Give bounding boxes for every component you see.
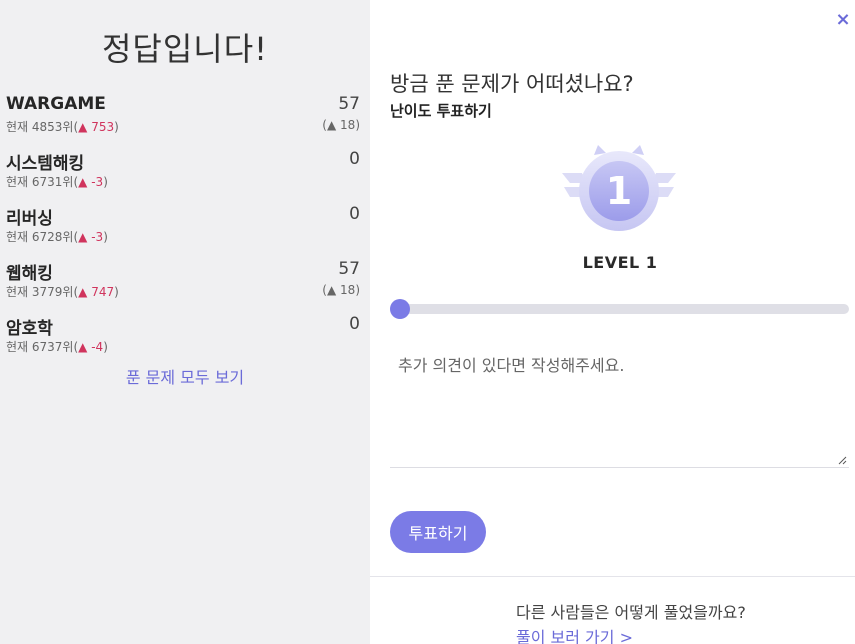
category-wargame: WARGAME 57 현재 4853위(▲ 753) (▲ 18) xyxy=(6,94,362,140)
triangle-up-icon: ▲ xyxy=(78,285,88,299)
category-rank: 현재 6731위(▲ -3) xyxy=(6,175,108,189)
score-delta: (▲ 18) xyxy=(322,118,360,132)
badge-number: 1 xyxy=(606,169,632,213)
vote-submit-button[interactable]: 투표하기 xyxy=(390,511,486,553)
category-reversing: 리버싱 0 현재 6728위(▲ -3) xyxy=(6,204,362,250)
category-name: 리버싱 xyxy=(6,209,53,229)
comment-input[interactable] xyxy=(390,342,849,468)
category-rank: 현재 6728위(▲ -3) xyxy=(6,230,108,244)
others-question: 다른 사람들은 어떻게 풀었을까요? xyxy=(516,603,746,622)
category-score: 57 xyxy=(338,259,360,279)
triangle-up-icon: ▲ xyxy=(78,340,88,354)
triangle-up-icon: ▲ xyxy=(326,283,337,297)
result-panel: 정답입니다! WARGAME 57 현재 4853위(▲ 753) (▲ 18)… xyxy=(0,0,370,644)
vote-panel: × 방금 푼 문제가 어떠셨나요? 난이도 투표하기 1 LEVEL 1 투 xyxy=(370,0,855,644)
difficulty-slider-track[interactable] xyxy=(392,304,849,314)
category-web-hacking: 웹해킹 57 현재 3779위(▲ 747) (▲ 18) xyxy=(6,259,362,305)
triangle-up-icon: ▲ xyxy=(78,175,88,189)
level-1-badge-icon: 1 xyxy=(562,145,676,231)
result-title: 정답입니다! xyxy=(101,30,269,68)
category-name: 웹해킹 xyxy=(6,264,53,284)
category-cryptography: 암호학 0 현재 6737위(▲ -4) xyxy=(6,314,362,360)
category-name: 암호학 xyxy=(6,319,53,339)
level-label: LEVEL 1 xyxy=(582,253,658,272)
view-solutions-link[interactable]: 풀이 보러 가기 > xyxy=(516,624,633,644)
category-score: 57 xyxy=(338,94,360,114)
triangle-up-icon: ▲ xyxy=(326,118,337,132)
category-rank: 현재 4853위(▲ 753) xyxy=(6,120,119,134)
close-icon[interactable]: × xyxy=(833,10,853,30)
view-all-solved-link[interactable]: 푼 문제 모두 보기 xyxy=(0,364,370,388)
triangle-up-icon: ▲ xyxy=(78,120,88,134)
triangle-up-icon: ▲ xyxy=(78,230,88,244)
category-score: 0 xyxy=(349,149,360,169)
vote-question: 방금 푼 문제가 어떠셨나요? xyxy=(390,72,634,96)
vote-subtitle: 난이도 투표하기 xyxy=(390,102,492,120)
category-rank: 현재 3779위(▲ 747) xyxy=(6,285,119,299)
category-score: 0 xyxy=(349,204,360,224)
category-name: WARGAME xyxy=(6,94,106,114)
score-delta: (▲ 18) xyxy=(322,283,360,297)
divider xyxy=(370,576,855,577)
category-system-hacking: 시스템해킹 0 현재 6731위(▲ -3) xyxy=(6,149,362,195)
resize-grip-icon[interactable] xyxy=(837,455,847,465)
category-name: 시스템해킹 xyxy=(6,154,85,174)
category-score: 0 xyxy=(349,314,360,334)
category-rank: 현재 6737위(▲ -4) xyxy=(6,340,108,354)
difficulty-slider-thumb[interactable] xyxy=(390,299,410,319)
